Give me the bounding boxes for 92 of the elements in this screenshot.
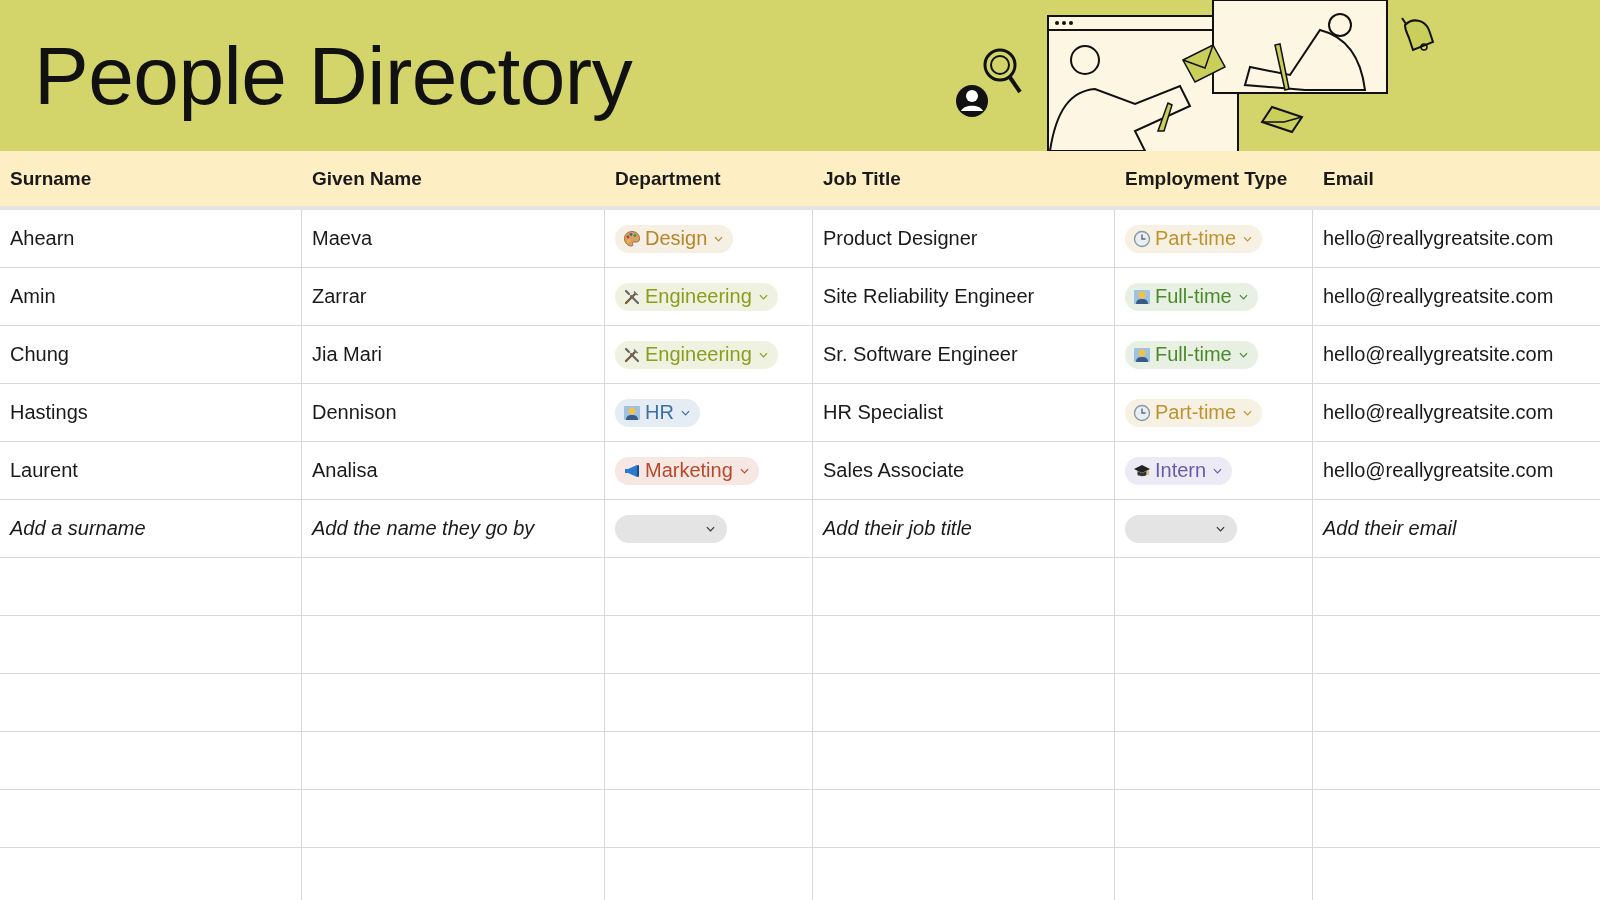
placeholder-text[interactable]: Add their email — [1323, 517, 1457, 540]
placeholder-text[interactable]: Add a surname — [10, 517, 146, 540]
empty-cell[interactable] — [1115, 558, 1313, 616]
clock-icon — [1133, 403, 1151, 422]
column-header: Surname — [0, 151, 302, 210]
empty-cell[interactable] — [302, 558, 605, 616]
bell-icon — [1401, 17, 1434, 51]
caret-icon — [1238, 293, 1248, 300]
caret-icon — [1238, 351, 1248, 358]
caret-icon — [1213, 467, 1223, 474]
empty-cell[interactable] — [813, 790, 1115, 848]
empty-cell[interactable] — [302, 616, 605, 674]
caret-icon — [714, 235, 724, 242]
search-icon — [983, 48, 1022, 94]
table-cell: Ahearn — [10, 227, 75, 250]
table-cell: Jia Mari — [312, 343, 382, 366]
column-header: Department — [605, 151, 813, 210]
tag-dropdown[interactable]: Full-time — [1125, 282, 1258, 311]
tag-dropdown[interactable]: Full-time — [1125, 340, 1258, 369]
empty-cell[interactable] — [605, 790, 813, 848]
table-cell: hello@reallygreatsite.com — [1323, 285, 1554, 308]
empty-cell[interactable] — [302, 732, 605, 790]
empty-cell[interactable] — [0, 616, 302, 674]
table-cell: Hastings — [10, 401, 88, 424]
table-cell: Sr. Software Engineer — [823, 343, 1018, 366]
table-cell: Analisa — [312, 459, 378, 482]
caret-icon — [758, 293, 768, 300]
empty-cell[interactable] — [302, 790, 605, 848]
table-cell: Dennison — [312, 401, 397, 424]
table-cell: Site Reliability Engineer — [823, 285, 1035, 308]
empty-cell[interactable] — [0, 732, 302, 790]
table-cell: HR Specialist — [823, 401, 944, 424]
user-icon — [956, 85, 988, 117]
person-icon — [1133, 287, 1151, 306]
table-cell: hello@reallygreatsite.com — [1323, 401, 1554, 424]
caret-icon — [739, 467, 749, 474]
table-cell: Chung — [10, 343, 69, 366]
empty-cell[interactable] — [1115, 732, 1313, 790]
caret-icon — [1243, 235, 1253, 242]
caret-icon — [680, 409, 690, 416]
tag-dropdown[interactable]: Part-time — [1125, 398, 1263, 427]
empty-cell[interactable] — [605, 558, 813, 616]
table-cell: hello@reallygreatsite.com — [1323, 459, 1554, 482]
table-cell: Sales Associate — [823, 459, 965, 482]
empty-dropdown[interactable] — [1125, 514, 1237, 543]
caret-icon — [758, 351, 768, 358]
tag-dropdown[interactable]: Engineering — [615, 340, 778, 369]
placeholder-text[interactable]: Add the name they go by — [312, 517, 535, 540]
empty-cell[interactable] — [813, 558, 1115, 616]
tag-dropdown[interactable]: Intern — [1125, 456, 1233, 485]
empty-cell[interactable] — [813, 732, 1115, 790]
empty-cell[interactable] — [813, 616, 1115, 674]
tag-dropdown[interactable]: Marketing — [615, 456, 759, 485]
table-cell: Laurent — [10, 459, 78, 482]
column-header: Email — [1313, 151, 1600, 210]
tools-icon — [623, 345, 641, 364]
page-title: People Directory — [34, 28, 633, 123]
column-header: Job Title — [813, 151, 1115, 210]
empty-cell[interactable] — [1115, 674, 1313, 732]
tag-dropdown[interactable]: Part-time — [1125, 224, 1263, 253]
envelope-icon — [1260, 105, 1304, 134]
person-icon — [623, 403, 641, 422]
table-cell: Maeva — [312, 227, 373, 250]
empty-cell[interactable] — [605, 732, 813, 790]
empty-cell[interactable] — [302, 674, 605, 732]
empty-cell[interactable] — [813, 674, 1115, 732]
column-header: Given Name — [302, 151, 605, 210]
palette-icon — [623, 229, 641, 248]
tag-dropdown[interactable]: HR — [615, 398, 700, 427]
clock-icon — [1133, 229, 1151, 248]
empty-cell[interactable] — [605, 616, 813, 674]
table-cell: Zarrar — [312, 285, 367, 308]
caret-icon — [1216, 525, 1225, 532]
empty-dropdown[interactable] — [615, 514, 727, 543]
empty-cell[interactable] — [1115, 790, 1313, 848]
empty-cell[interactable] — [0, 674, 302, 732]
caret-icon — [1243, 409, 1253, 416]
empty-cell[interactable] — [0, 558, 302, 616]
tag-dropdown[interactable]: Design — [615, 224, 734, 253]
table-cell: hello@reallygreatsite.com — [1323, 227, 1554, 250]
tools-icon — [623, 287, 641, 306]
table-cell: Amin — [10, 285, 56, 308]
person-icon — [1133, 345, 1151, 364]
empty-cell[interactable] — [0, 790, 302, 848]
caret-icon — [706, 525, 715, 532]
tag-dropdown[interactable]: Engineering — [615, 282, 778, 311]
table-cell: Product Designer — [823, 227, 978, 250]
column-header: Employment Type — [1115, 151, 1313, 210]
table-cell: hello@reallygreatsite.com — [1323, 343, 1554, 366]
empty-cell[interactable] — [605, 674, 813, 732]
empty-cell[interactable] — [1115, 616, 1313, 674]
placeholder-text[interactable]: Add their job title — [823, 517, 972, 540]
